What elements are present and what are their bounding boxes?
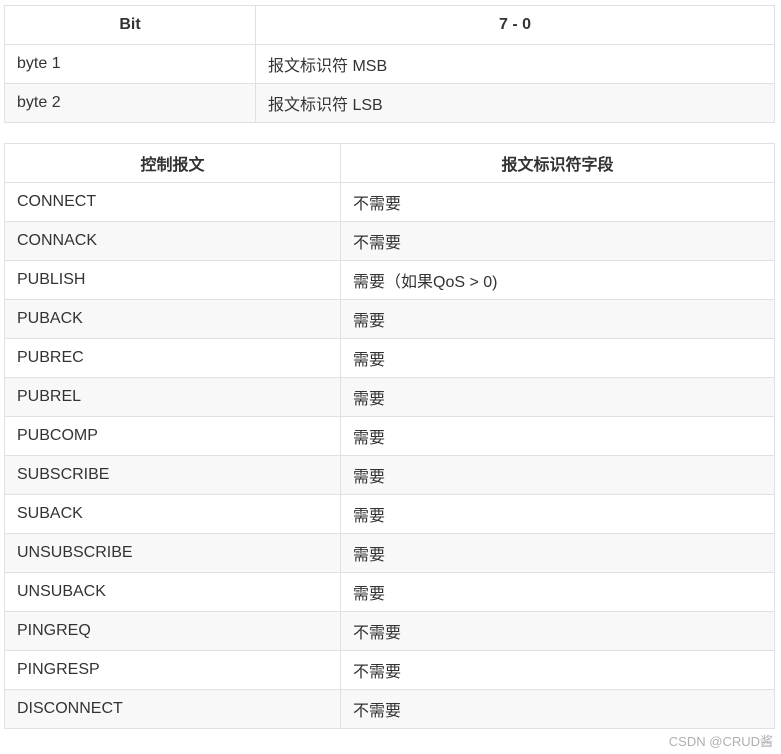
column-header-control-packet: 控制报文 (4, 143, 341, 183)
packet-id-requirement: 需要 (340, 377, 775, 417)
column-header-bit: Bit (4, 5, 256, 45)
control-packet-name: SUBSCRIBE (4, 455, 341, 495)
control-packet-table: 控制报文 报文标识符字段 CONNECT 不需要 CONNACK 不需要 PUBLISH… (4, 143, 775, 729)
packet-id-requirement: 不需要 (340, 689, 775, 729)
table-row: PUBREC 需要 (4, 338, 775, 378)
control-packet-name: UNSUBSCRIBE (4, 533, 341, 573)
control-packet-name: CONNECT (4, 182, 341, 222)
byte-label: byte 2 (4, 83, 256, 123)
packet-id-requirement: 不需要 (340, 611, 775, 651)
control-packet-name: UNSUBACK (4, 572, 341, 612)
packet-id-requirement: 需要 (340, 572, 775, 612)
control-packet-table-body: CONNECT 不需要 CONNACK 不需要 PUBLISH 需要（如果QoS > 0)… (4, 182, 775, 729)
table-row: byte 2 报文标识符 LSB (4, 83, 775, 123)
control-packet-name: DISCONNECT (4, 689, 341, 729)
packet-id-requirement: 需要 (340, 416, 775, 456)
watermark: CSDN @CRUD酱 (668, 734, 773, 749)
table-row: SUBSCRIBE 需要 (4, 455, 775, 495)
table-row: SUBACK 需要 (4, 494, 775, 534)
bit-layout-table: Bit 7 - 0 byte 1 报文标识符 MSB byte 2 报文标识符 … (4, 5, 775, 123)
table-row: PINGRESP 不需要 (4, 650, 775, 690)
control-packet-name: PINGRESP (4, 650, 341, 690)
packet-id-requirement: 需要（如果QoS > 0) (340, 260, 775, 300)
table-header-row: 控制报文 报文标识符字段 (4, 143, 775, 183)
packet-id-requirement: 需要 (340, 338, 775, 378)
control-packet-name: PUBREL (4, 377, 341, 417)
table-row: CONNACK 不需要 (4, 221, 775, 261)
table-row: PUBREL 需要 (4, 377, 775, 417)
control-packet-name: PUBCOMP (4, 416, 341, 456)
control-packet-name: PUBREC (4, 338, 341, 378)
packet-id-requirement: 不需要 (340, 221, 775, 261)
control-packet-name: CONNACK (4, 221, 341, 261)
table-row: UNSUBSCRIBE 需要 (4, 533, 775, 573)
control-packet-name: PINGREQ (4, 611, 341, 651)
control-packet-name: PUBACK (4, 299, 341, 339)
table-row: UNSUBACK 需要 (4, 572, 775, 612)
table-header-row: Bit 7 - 0 (4, 5, 775, 45)
table-row: PUBCOMP 需要 (4, 416, 775, 456)
control-packet-name: PUBLISH (4, 260, 341, 300)
byte-description: 报文标识符 MSB (255, 44, 775, 84)
control-packet-name: SUBACK (4, 494, 341, 534)
table-row: PUBLISH 需要（如果QoS > 0) (4, 260, 775, 300)
packet-id-requirement: 需要 (340, 299, 775, 339)
byte-description: 报文标识符 LSB (255, 83, 775, 123)
column-header-bits-range: 7 - 0 (255, 5, 775, 45)
packet-id-requirement: 需要 (340, 455, 775, 495)
packet-id-requirement: 需要 (340, 494, 775, 534)
packet-id-requirement: 不需要 (340, 650, 775, 690)
table-row: byte 1 报文标识符 MSB (4, 44, 775, 84)
packet-id-requirement: 需要 (340, 533, 775, 573)
byte-label: byte 1 (4, 44, 256, 84)
table-row: CONNECT 不需要 (4, 182, 775, 222)
table-row: PUBACK 需要 (4, 299, 775, 339)
column-header-packet-id-field: 报文标识符字段 (340, 143, 775, 183)
packet-id-requirement: 不需要 (340, 182, 775, 222)
table-row: PINGREQ 不需要 (4, 611, 775, 651)
table-row: DISCONNECT 不需要 (4, 689, 775, 729)
